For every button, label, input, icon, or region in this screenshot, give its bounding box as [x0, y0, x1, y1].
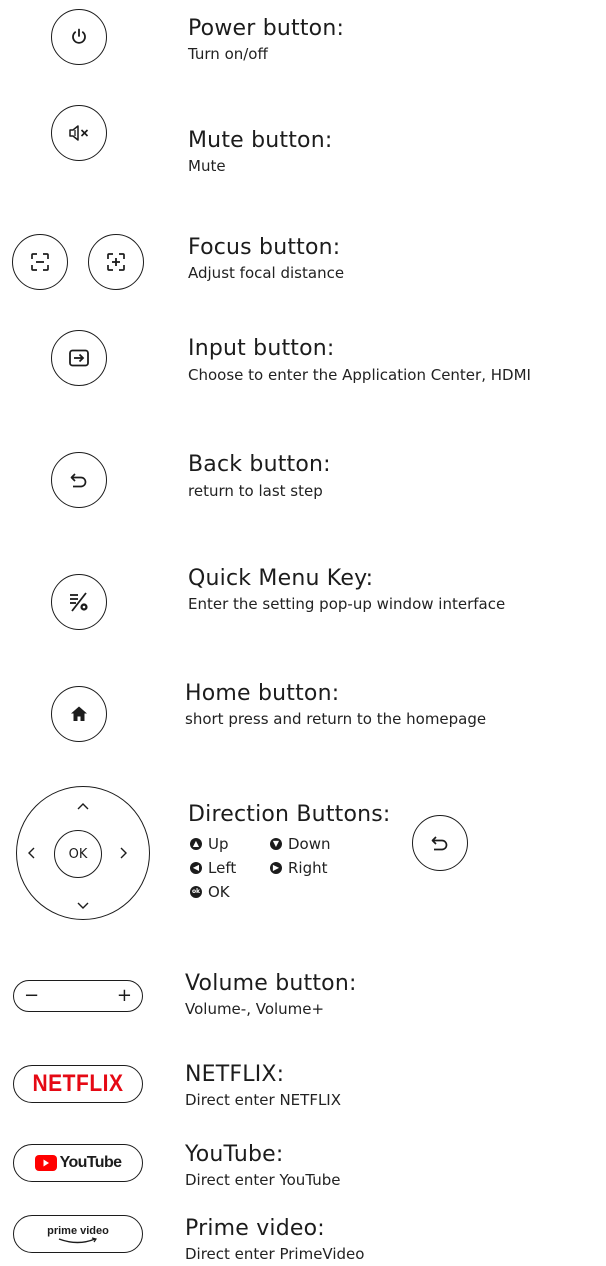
youtube-logo: YouTube — [59, 1154, 122, 1171]
focus-desc: Adjust focal distance — [188, 264, 345, 282]
dpad-left-arrow[interactable] — [26, 845, 38, 861]
focus-minus-button[interactable] — [12, 234, 68, 290]
direction-left: ◀ Left — [190, 856, 236, 880]
prime-desc: Direct enter PrimeVideo — [185, 1245, 365, 1263]
up-dot-icon: ▲ — [190, 838, 202, 850]
focus-minus-icon — [31, 253, 49, 271]
direction-up-label: Up — [208, 835, 229, 853]
focus-plus-icon — [107, 253, 125, 271]
volume-minus[interactable]: − — [24, 987, 39, 1005]
right-dot-icon: ▶ — [270, 862, 282, 874]
input-button[interactable] — [51, 330, 107, 386]
netflix-button[interactable]: NETFLIX — [13, 1065, 143, 1103]
home-icon — [71, 706, 87, 721]
netflix-title: NETFLIX: — [185, 1062, 285, 1087]
power-icon — [72, 28, 86, 44]
direction-up: ▲ Up — [190, 832, 229, 856]
home-title: Home button: — [185, 681, 340, 706]
direction-ok: ok OK — [190, 880, 230, 904]
quick-menu-button[interactable] — [51, 574, 107, 630]
dpad-ok-button[interactable]: OK — [54, 830, 102, 878]
direction-list: ▲ Up ▼ Down ◀ Left ▶ Right ok OK — [190, 832, 410, 912]
back-button-secondary[interactable] — [412, 815, 468, 871]
prime-video-logo: prime video — [47, 1225, 109, 1237]
volume-rocker[interactable]: − + — [13, 980, 143, 1012]
direction-left-label: Left — [208, 859, 237, 877]
down-dot-icon: ▼ — [270, 838, 282, 850]
back-button[interactable] — [51, 452, 107, 508]
home-button[interactable] — [51, 686, 107, 742]
dpad-right-arrow[interactable] — [117, 845, 129, 861]
power-title: Power button: — [188, 16, 345, 41]
youtube-desc: Direct enter YouTube — [185, 1171, 341, 1189]
dpad-up-arrow[interactable] — [75, 798, 91, 810]
volume-desc: Volume-, Volume+ — [185, 1000, 325, 1018]
power-desc: Turn on/off — [188, 45, 268, 63]
focus-title: Focus button: — [188, 235, 341, 260]
volume-title: Volume button: — [185, 971, 357, 996]
quick-menu-desc: Enter the setting pop-up window interfac… — [188, 595, 506, 613]
direction-right: ▶ Right — [270, 856, 328, 880]
netflix-logo: NETFLIX — [32, 1070, 124, 1097]
direction-title: Direction Buttons: — [188, 802, 391, 827]
input-desc: Choose to enter the Application Center, … — [188, 366, 531, 384]
youtube-button[interactable]: YouTube — [13, 1144, 143, 1182]
prime-smile-icon — [58, 1237, 97, 1244]
left-dot-icon: ◀ — [190, 862, 202, 874]
youtube-play-icon — [34, 1155, 57, 1171]
mute-desc: Mute — [188, 157, 226, 175]
back-icon — [70, 473, 87, 488]
dpad-ok-label: OK — [68, 846, 88, 862]
netflix-desc: Direct enter NETFLIX — [185, 1091, 342, 1109]
mute-title: Mute button: — [188, 128, 333, 153]
back-title: Back button: — [188, 452, 331, 477]
dpad-down-arrow[interactable] — [75, 896, 91, 909]
direction-right-label: Right — [288, 859, 328, 877]
back-icon — [431, 836, 448, 851]
volume-plus[interactable]: + — [117, 987, 132, 1005]
focus-plus-button[interactable] — [88, 234, 144, 290]
mute-button[interactable] — [51, 105, 107, 161]
direction-down: ▼ Down — [270, 832, 331, 856]
prime-video-button[interactable]: prime video — [13, 1215, 143, 1253]
youtube-title: YouTube: — [185, 1142, 284, 1167]
back-desc: return to last step — [188, 482, 323, 500]
home-desc: short press and return to the homepage — [185, 710, 487, 728]
prime-title: Prime video: — [185, 1216, 325, 1241]
direction-ok-label: OK — [208, 883, 230, 901]
mute-icon — [69, 125, 89, 141]
power-button[interactable] — [51, 9, 107, 65]
quick-menu-icon — [70, 592, 88, 612]
input-title: Input button: — [188, 336, 335, 361]
quick-menu-title: Quick Menu Key: — [188, 566, 374, 591]
input-icon — [69, 349, 89, 367]
direction-down-label: Down — [288, 835, 331, 853]
ok-dot-icon: ok — [190, 886, 202, 898]
